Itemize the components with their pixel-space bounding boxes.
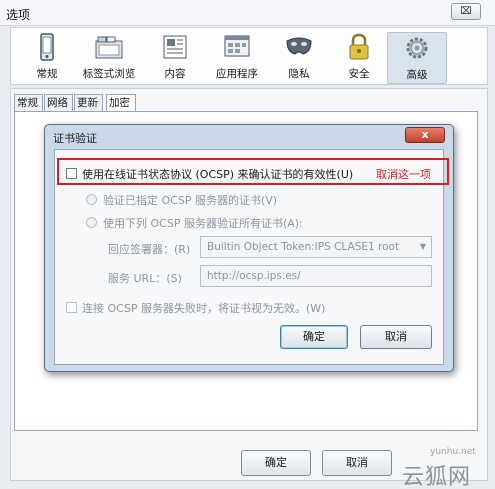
toolbar-label-applications: 应用程序 (216, 68, 258, 80)
close-button[interactable]: ⌧ (451, 3, 481, 20)
toolbar-item-general[interactable]: 常规 (17, 32, 77, 84)
toolbar-label-security: 安全 (348, 68, 370, 80)
annotation-note: 取消这一项 (376, 168, 431, 181)
radio-specified-row[interactable]: 验证已指定 OCSP 服务器的证书(V) (86, 192, 277, 208)
applications-icon (224, 35, 250, 57)
responder-select[interactable]: Builtin Object Token:IPS CLASE1 root ▼ (200, 236, 432, 258)
fail-checkbox-label: 连接 OCSP 服务器失败时，将证书视为无效。(W) (82, 302, 326, 315)
watermark-brand: 云狐网 (402, 465, 472, 489)
radio-specified-label: 验证已指定 OCSP 服务器的证书(V) (103, 194, 278, 207)
toolbar-label-tabs: 标签式浏览 (82, 68, 136, 80)
toolbar-item-security[interactable]: 安全 (329, 32, 389, 84)
toolbar-item-privacy[interactable]: 隐私 (269, 32, 329, 84)
phone-icon (40, 33, 54, 61)
tabs-icon (95, 36, 123, 59)
gear-icon (406, 37, 428, 59)
toolbar-label-general: 常规 (36, 68, 58, 80)
responder-select-value: Builtin Object Token:IPS CLASE1 root (207, 241, 400, 253)
radio-all-label: 使用下列 OCSP 服务器验证所有证书(A): (103, 217, 303, 230)
toolbar-label-privacy: 隐私 (288, 68, 310, 80)
url-field[interactable]: http://ocsp.ips.es/ (200, 265, 432, 287)
ok-button[interactable]: 确定 (241, 450, 311, 476)
mask-icon (286, 37, 312, 55)
radio-all-row[interactable]: 使用下列 OCSP 服务器验证所有证书(A): (86, 215, 303, 231)
subtab-update[interactable]: 更新 (74, 94, 103, 112)
responder-label: 回应签署器：(R) (108, 243, 191, 256)
dialog-close-button[interactable]: x (405, 127, 445, 143)
url-label: 服务 URL：(S) (108, 272, 182, 285)
toolbar-item-tabs[interactable]: 标签式浏览 (79, 32, 139, 84)
preferences-toolbar: 常规 标签式浏览 内容 应用程序 隐私 安全 高级 (10, 27, 488, 85)
toolbar-item-advanced[interactable]: 高级 (387, 32, 447, 84)
subtab-network[interactable]: 网络 (44, 94, 73, 112)
title-bar: 选项 ⌧ (0, 0, 495, 26)
chevron-down-icon: ▼ (419, 242, 426, 251)
watermark-url: yunhu.net (430, 447, 476, 457)
lock-icon (349, 33, 369, 60)
dialog-cancel-button[interactable]: 取消 (360, 325, 432, 349)
subtab-encryption[interactable]: 加密 (106, 94, 136, 112)
fail-checkbox-row[interactable]: 连接 OCSP 服务器失败时，将证书视为无效。(W) (66, 300, 325, 316)
options-window: 选项 ⌧ 常规 标签式浏览 内容 应用程序 隐私 安全 高级 常规 网络 更新 … (0, 0, 495, 489)
fail-checkbox[interactable] (66, 302, 77, 313)
content-icon (163, 35, 187, 59)
radio-specified[interactable] (86, 194, 97, 205)
toolbar-item-applications[interactable]: 应用程序 (207, 32, 267, 84)
dialog-ok-button[interactable]: 确定 (280, 325, 348, 349)
dialog-title: 证书验证 (53, 132, 97, 145)
toolbar-label-content: 内容 (164, 68, 186, 80)
radio-all[interactable] (86, 217, 97, 228)
subtab-general[interactable]: 常规 (14, 94, 43, 112)
cancel-button[interactable]: 取消 (322, 450, 392, 476)
toolbar-label-advanced: 高级 (406, 69, 428, 81)
toolbar-item-content[interactable]: 内容 (145, 32, 205, 84)
window-title: 选项 (6, 8, 31, 22)
